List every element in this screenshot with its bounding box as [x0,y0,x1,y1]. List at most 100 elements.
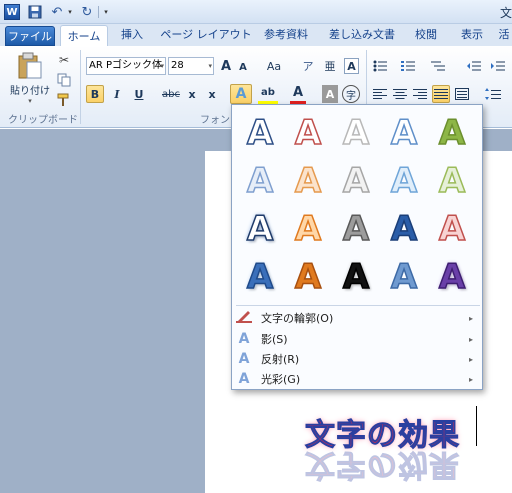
tab-file[interactable]: ファイル [5,26,55,46]
chevron-down-icon: ▾ [208,62,212,70]
undo-dropdown-icon[interactable]: ▾ [66,4,74,20]
word-app-icon[interactable]: W [4,4,20,20]
cut-icon[interactable]: ✂ [56,52,72,68]
reflection-icon: A [238,351,250,367]
menu-item-label: 影(S) [261,333,288,346]
text-outline-icon [233,309,255,327]
distributed-icon[interactable] [454,86,470,102]
tab-review[interactable]: 校閲 [408,24,444,46]
text-effects-grid: AAAAAAAAAAAAAAAAAAAA [236,109,480,303]
increase-indent-icon[interactable] [490,58,506,74]
menu-item-label: 文字の輪郭(O) [261,312,334,325]
paste-icon [17,52,43,80]
clear-formatting-button[interactable]: ア [300,57,316,75]
text-effect-style-9[interactable]: A [382,159,426,203]
customize-quick-access-icon[interactable]: ▾ [102,4,110,20]
clipboard-group-label: クリップボード [8,115,78,126]
text-effect-style-4[interactable]: A [382,111,426,155]
submenu-arrow-icon: ▸ [468,354,473,364]
format-painter-icon[interactable] [56,92,72,108]
text-effects-gallery: AAAAAAAAAAAAAAAAAAAA 文字の輪郭(O) ▸ A 影(S) ▸… [231,104,483,390]
bold-button[interactable]: B [86,85,104,103]
superscript-button[interactable]: x [204,85,220,103]
tab-mailings[interactable]: 差し込み文書 [324,24,400,46]
text-effect-style-8[interactable]: A [334,159,378,203]
underline-button[interactable]: U [130,85,148,103]
bullets-icon[interactable] [372,58,388,74]
submenu-arrow-icon: ▸ [468,313,473,323]
text-effect-style-11[interactable]: A [238,207,282,251]
font-size-value: 28 [171,60,184,71]
menu-item-reflection[interactable]: A 反射(R) ▸ [233,349,481,369]
grow-font-button[interactable]: A [218,57,234,75]
text-effect-style-10[interactable]: A [430,159,474,203]
shadow-icon: A [238,331,250,347]
submenu-arrow-icon: ▸ [468,334,473,344]
undo-icon[interactable]: ↶ [50,4,64,20]
text-effect-style-15[interactable]: A [430,207,474,251]
paste-label: 貼り付け [10,86,50,97]
text-effect-style-16[interactable]: A [238,255,282,299]
menu-item-shadow[interactable]: A 影(S) ▸ [233,329,481,349]
text-effect-style-12[interactable]: A [286,207,330,251]
text-effect-style-3[interactable]: A [334,111,378,155]
tab-page-layout[interactable]: ページ レイアウト [160,24,252,46]
enclose-characters-button[interactable]: 字 [342,85,360,103]
window-title: 文 [500,6,512,20]
decrease-indent-icon[interactable] [466,58,482,74]
submenu-arrow-icon: ▸ [468,374,473,384]
menu-item-text-outline[interactable]: 文字の輪郭(O) ▸ [233,308,481,328]
font-size-select[interactable]: 28 ▾ [168,57,214,75]
text-effect-style-14[interactable]: A [382,207,426,251]
justify-icon[interactable] [432,85,450,103]
text-effect-style-17[interactable]: A [286,255,330,299]
italic-button[interactable]: I [108,85,126,103]
numbering-icon[interactable] [400,58,416,74]
paste-button[interactable]: 貼り付け ▾ [10,52,50,105]
text-effect-style-5[interactable]: A [430,111,474,155]
character-shading-button[interactable]: A [322,85,338,103]
character-border-button[interactable]: A [344,58,359,74]
shrink-font-button[interactable]: A [236,59,250,75]
tab-references[interactable]: 参考資料 [258,24,314,46]
repeat-icon[interactable]: ↻ [80,4,94,20]
text-effects-button[interactable]: A [230,84,252,104]
highlight-color-button[interactable]: ab [258,84,278,104]
font-color-button[interactable]: A [290,84,306,104]
text-effect-style-19[interactable]: A [382,255,426,299]
align-left-icon[interactable] [372,86,388,102]
line-spacing-icon[interactable] [484,86,502,102]
strikethrough-button[interactable]: abc [160,85,182,103]
group-separator [80,50,81,124]
paste-dropdown-icon[interactable]: ▾ [28,97,32,105]
text-effect-style-2[interactable]: A [286,111,330,155]
menu-separator [236,305,480,306]
text-effect-style-1[interactable]: A [238,111,282,155]
menu-item-glow[interactable]: A 光彩(G) ▸ [233,369,481,389]
save-icon[interactable] [28,4,42,20]
text-effect-style-13[interactable]: A [334,207,378,251]
phonetic-guide-button[interactable]: 亜 [322,57,338,75]
change-case-button[interactable]: Aa [262,57,286,75]
align-right-icon[interactable] [412,86,428,102]
tab-view[interactable]: 表示 [452,24,492,46]
text-effect-style-20[interactable]: A [430,255,474,299]
multilevel-list-icon[interactable] [430,58,446,74]
text-effect-style-6[interactable]: A [238,159,282,203]
tab-insert[interactable]: 挿入 [114,24,150,46]
tab-developer[interactable]: 活 [496,24,512,46]
font-name-select[interactable]: AR Pゴシック体 ▾ [86,57,166,75]
title-bar: W ↶ ▾ ↻ ▾ 文 [0,0,512,24]
text-effect-style-18[interactable]: A [334,255,378,299]
document-effect-reflection: 文字の効果 [305,447,461,483]
text-cursor [476,406,477,446]
copy-icon[interactable] [56,72,72,88]
quick-access-separator [98,6,99,18]
text-effect-style-7[interactable]: A [286,159,330,203]
ribbon-tabs: ファイル ホーム 挿入 ページ レイアウト 参考資料 差し込み文書 校閲 表示 … [0,24,512,47]
menu-item-label: 光彩(G) [261,373,301,386]
align-center-icon[interactable] [392,86,408,102]
menu-item-label: 反射(R) [261,353,300,366]
tab-home[interactable]: ホーム [60,25,108,47]
subscript-button[interactable]: x [184,85,200,103]
